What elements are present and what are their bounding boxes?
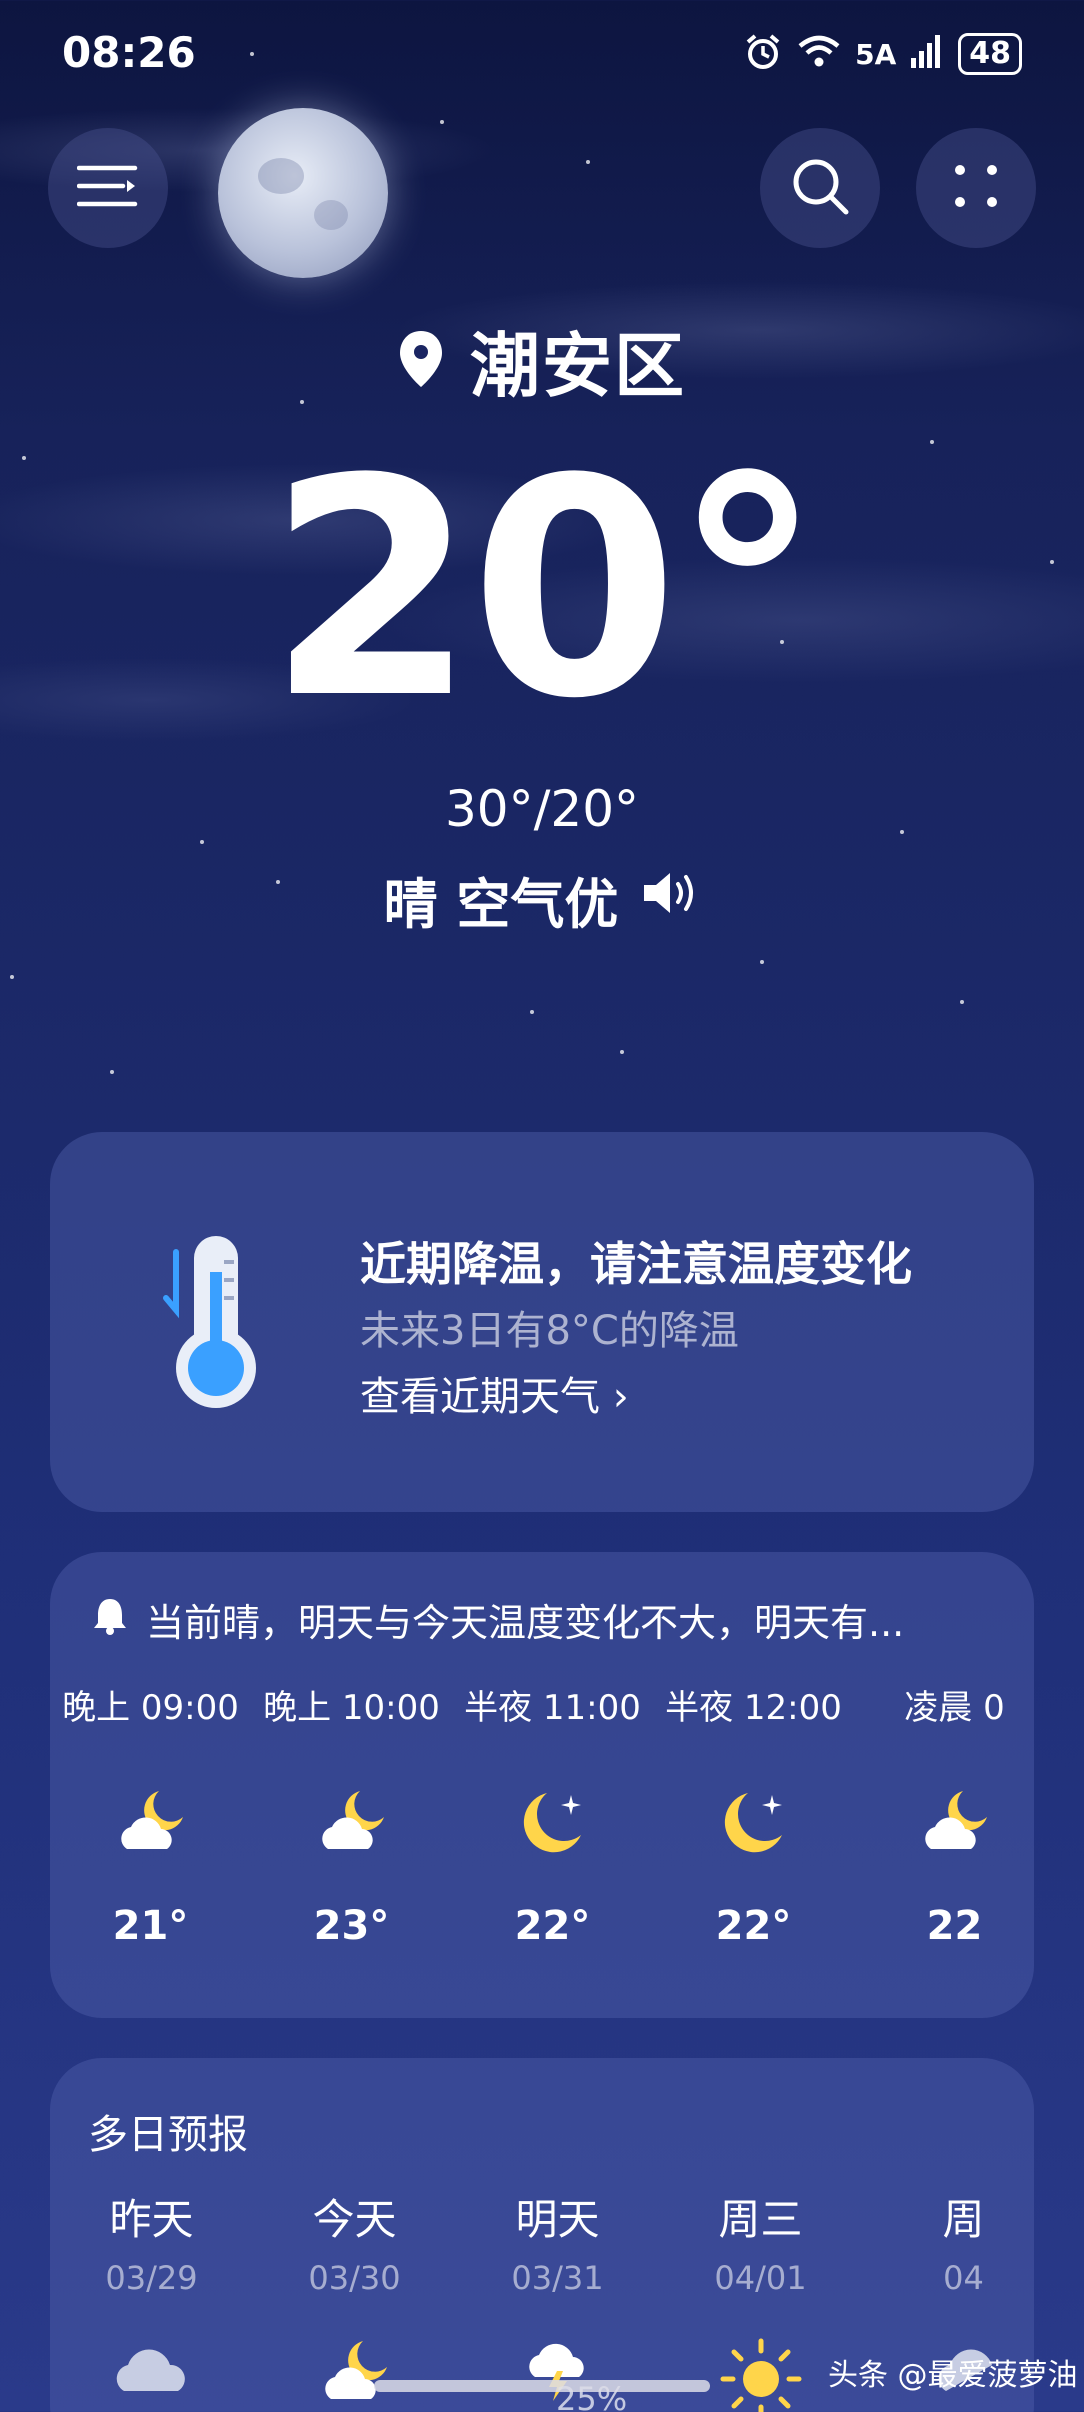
hour-label: 半夜 11:00: [464, 1688, 641, 1728]
condition-text: 晴 空气优: [383, 873, 619, 936]
weather-condition: 晴 空气优: [0, 860, 1084, 939]
moon-star-icon: [653, 1743, 854, 1903]
daily-item[interactable]: 明天 03/31: [456, 2186, 659, 2412]
thermometer-icon: [162, 1232, 262, 1416]
hour-temperature: 22°: [514, 1903, 591, 1949]
hourly-item[interactable]: 凌晨 0 22: [854, 1680, 1034, 1949]
hourly-item[interactable]: 半夜 12:00 22°: [653, 1680, 854, 1949]
wifi-icon: [797, 34, 841, 74]
search-button[interactable]: [760, 128, 880, 248]
moon-cloud-icon: [854, 1743, 1034, 1903]
hourly-item[interactable]: 晚上 10:00 23°: [251, 1680, 452, 1949]
bell-icon: [92, 1595, 128, 1644]
day-date: 03/29: [105, 2259, 198, 2297]
notice-text: 当前晴，明天与今天温度变化不大，明天有...: [146, 1601, 905, 1645]
alarm-icon: [743, 32, 783, 76]
hour-temperature: 22°: [715, 1903, 792, 1949]
alert-title: 近期降温，请注意温度变化: [360, 1237, 912, 1291]
hourly-item[interactable]: 晚上 09:00 21°: [50, 1680, 251, 1949]
day-date: 04: [943, 2259, 984, 2297]
grid-dots-icon: [952, 162, 1000, 214]
hour-label: 晚上 10:00: [263, 1688, 440, 1728]
speaker-icon[interactable]: [640, 868, 700, 931]
hourly-forecast-card[interactable]: 当前晴，明天与今天温度变化不大，明天有... 晚上 09:00 21° 晚上 1…: [50, 1552, 1034, 2018]
day-label: 明天: [515, 2195, 600, 2244]
cloud-icon: [50, 2337, 253, 2412]
battery-level: 48: [958, 33, 1022, 75]
status-bar: 08:26 5A 48: [0, 28, 1084, 84]
signal-icon: [910, 34, 944, 74]
hour-temperature: 21°: [112, 1903, 189, 1949]
location-header[interactable]: 潮安区: [0, 310, 1084, 411]
temperature-range: 30°/20°: [444, 780, 640, 838]
alert-subtitle: 未来3日有8°C的降温: [360, 1308, 739, 1354]
day-date: 04/01: [714, 2259, 807, 2297]
hourly-item[interactable]: 半夜 11:00 22°: [452, 1680, 653, 1949]
daily-title: 多日预报: [88, 2112, 248, 2158]
location-pin-icon: [398, 329, 444, 393]
moon-image: [218, 108, 388, 278]
day-label: 周: [942, 2195, 985, 2244]
moon-star-icon: [452, 1743, 653, 1903]
watermark: 头条 @最爱菠萝油: [828, 2358, 1078, 2393]
hourly-list[interactable]: 晚上 09:00 21° 晚上 10:00 23° 半夜 11:00 22° 半…: [50, 1680, 1034, 1949]
day-label: 今天: [312, 2195, 397, 2244]
moon-cloud-icon: [50, 1743, 251, 1903]
status-time: 08:26: [62, 28, 196, 77]
day-label: 周三: [718, 2195, 803, 2244]
day-label: 昨天: [109, 2195, 194, 2244]
more-button[interactable]: [916, 128, 1036, 248]
network-label: 5A: [855, 37, 897, 71]
recent-weather-link[interactable]: 查看近期天气 ›: [360, 1364, 629, 1422]
hour-temperature: 22: [926, 1903, 983, 1949]
hour-temperature: 23°: [313, 1903, 390, 1949]
day-date: 03/31: [511, 2259, 604, 2297]
location-name: 潮安区: [470, 325, 686, 407]
current-temperature: 20°: [267, 415, 822, 764]
forecast-notice[interactable]: 当前晴，明天与今天温度变化不大，明天有...: [92, 1592, 904, 1647]
moon-cloud-icon: [253, 2337, 456, 2412]
daily-item[interactable]: 今天 03/30: [253, 2186, 456, 2412]
daily-item[interactable]: 昨天 03/29: [50, 2186, 253, 2412]
hour-label: 晚上 09:00: [62, 1688, 239, 1728]
search-icon: [790, 156, 850, 220]
menu-icon: [76, 164, 139, 212]
temperature-alert-card[interactable]: 近期降温，请注意温度变化 未来3日有8°C的降温 查看近期天气 ›: [50, 1132, 1034, 1512]
moon-cloud-icon: [251, 1743, 452, 1903]
hour-label: 半夜 12:00: [665, 1688, 842, 1728]
home-indicator[interactable]: [374, 2380, 710, 2392]
menu-button[interactable]: [48, 128, 168, 248]
day-date: 03/30: [308, 2259, 401, 2297]
hour-label: 凌晨 0: [904, 1688, 1005, 1728]
